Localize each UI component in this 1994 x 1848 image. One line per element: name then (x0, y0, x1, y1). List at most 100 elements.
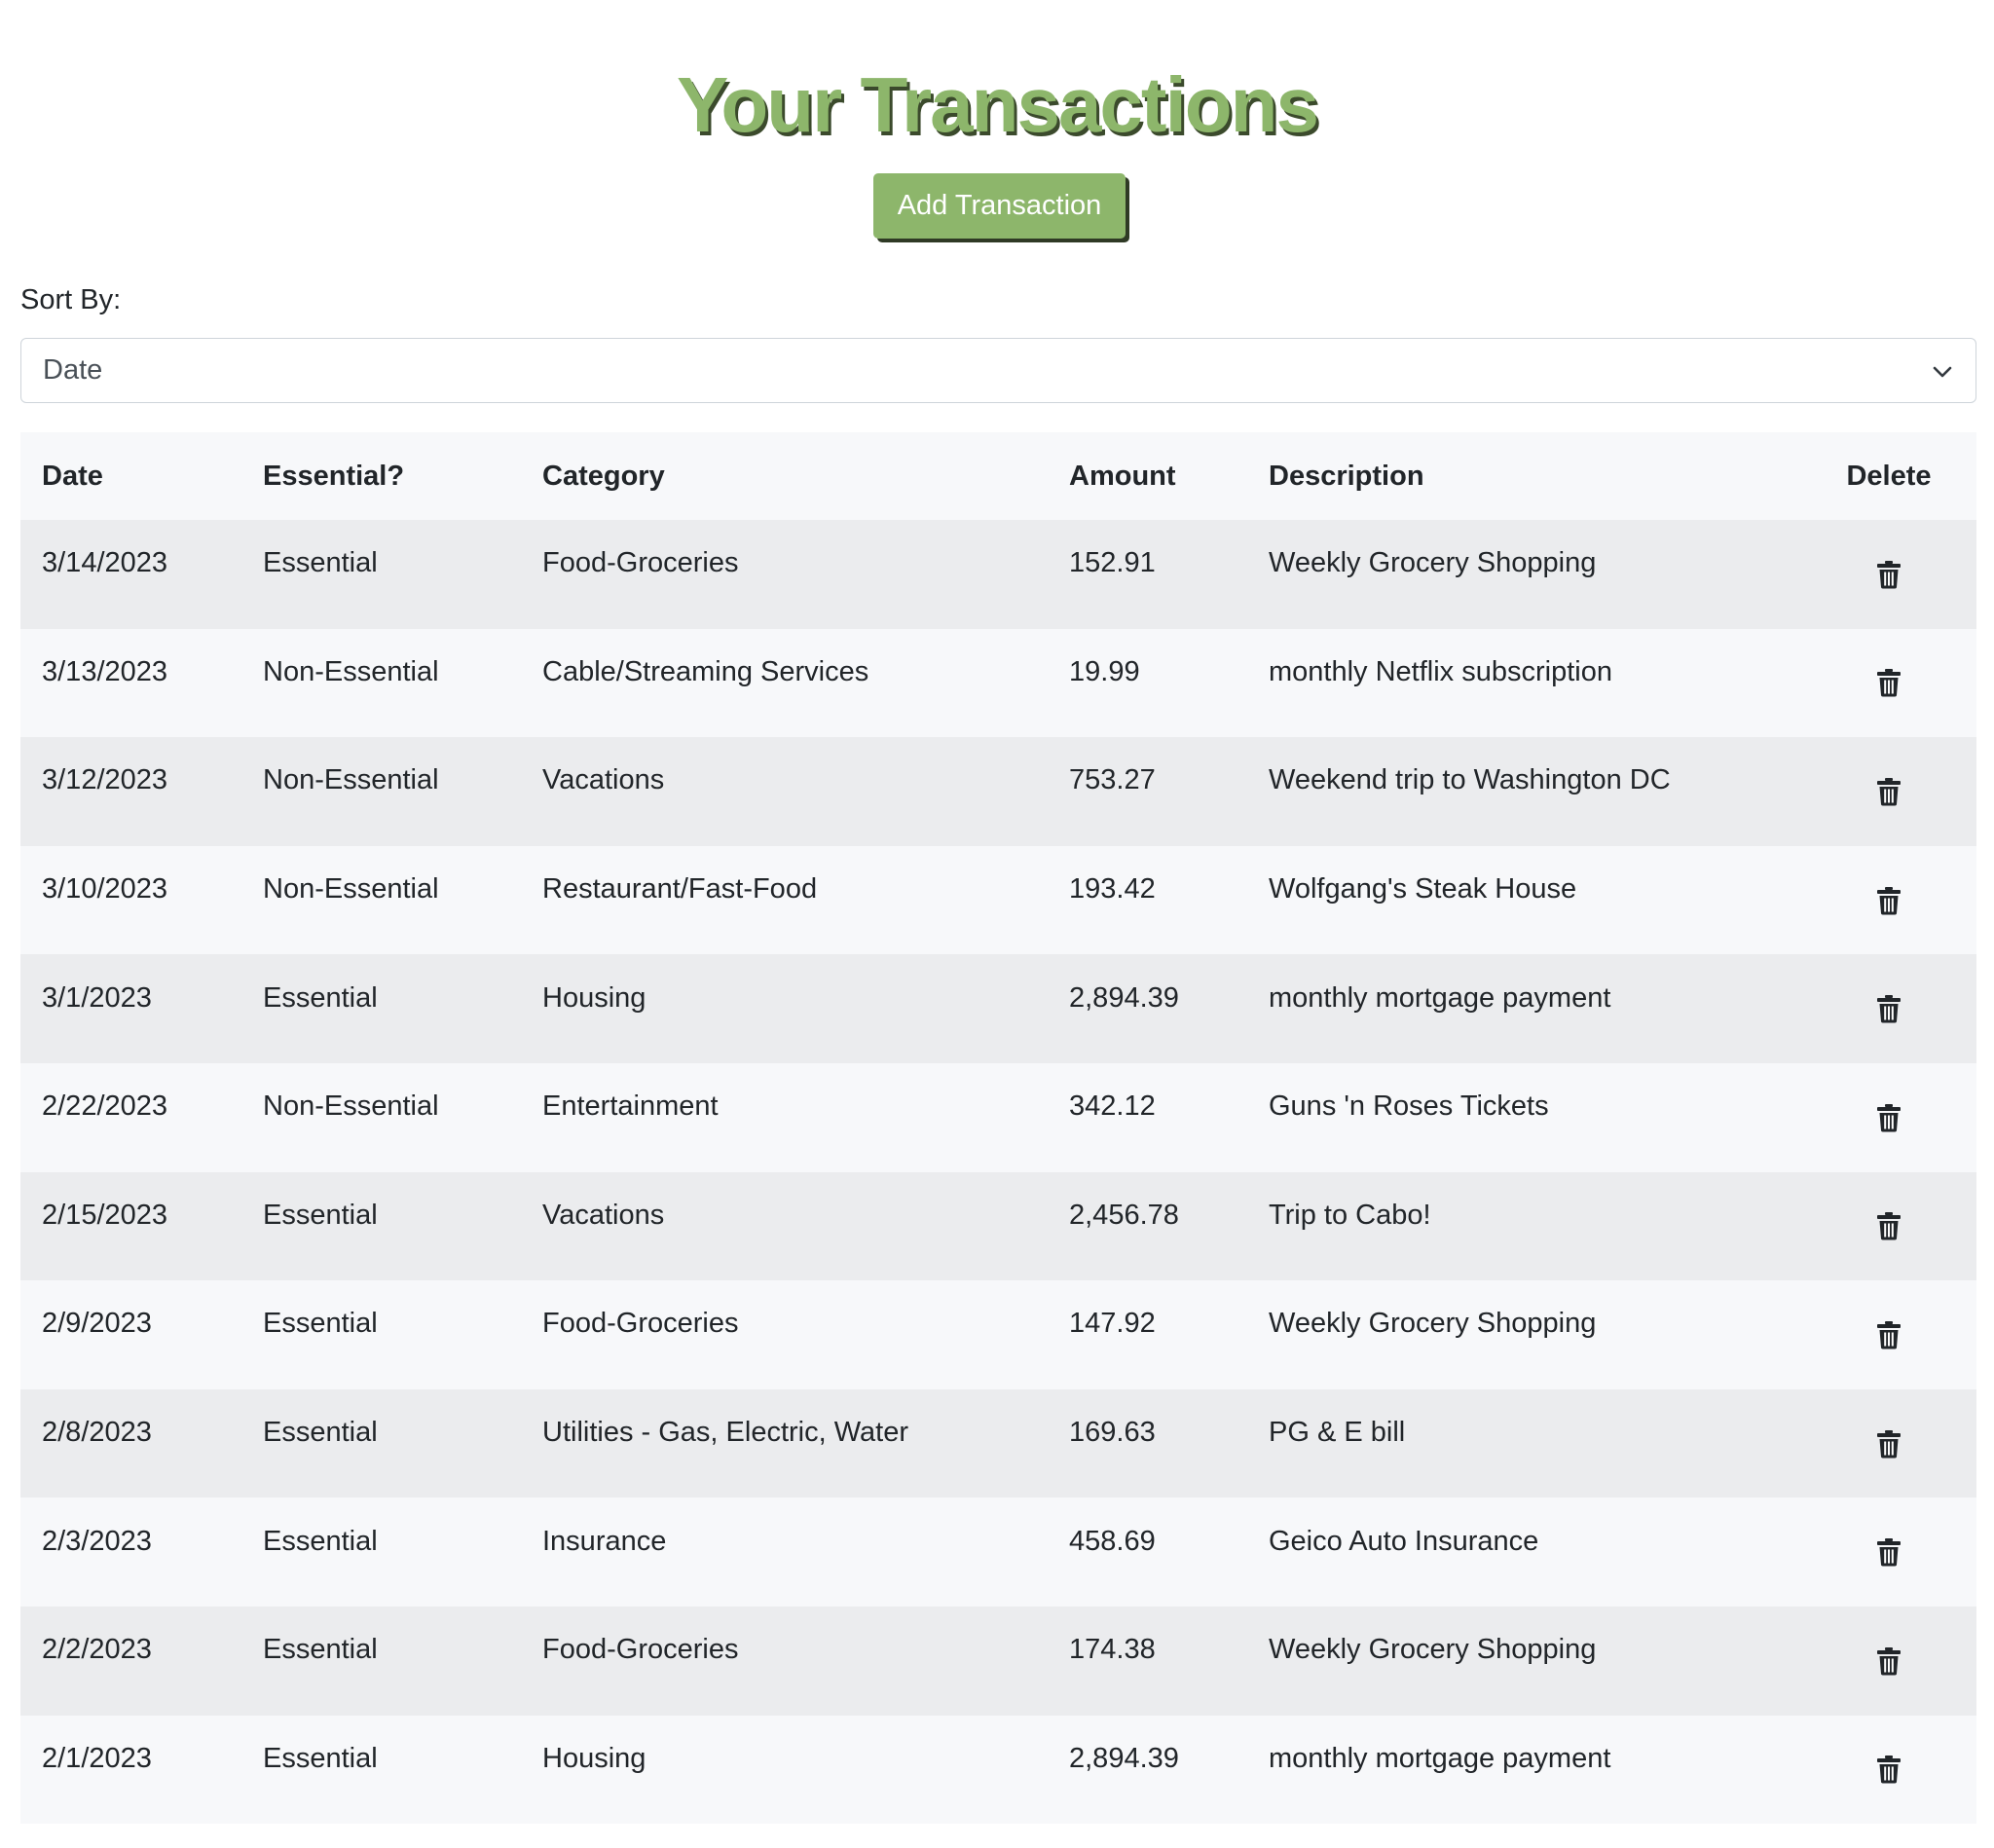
cell-date: 3/13/2023 (20, 628, 241, 738)
trash-icon[interactable] (1876, 1537, 1902, 1567)
header-essential: Essential? (241, 432, 521, 520)
trash-icon[interactable] (1876, 994, 1902, 1023)
cell-description: Guns 'n Roses Tickets (1247, 1062, 1801, 1172)
table-row: 2/3/2023 Essential Insurance 458.69 Geico Au… (20, 1497, 1976, 1607)
sort-by-select[interactable]: Date (20, 338, 1976, 403)
cell-amount: 152.91 (1048, 520, 1247, 629)
trash-icon[interactable] (1876, 668, 1902, 697)
table-row: 2/8/2023 Essential Utilities - Gas, Electr… (20, 1388, 1976, 1498)
cell-delete (1801, 1062, 1976, 1172)
table-row: 3/13/2023 Non-Essential Cable/Streaming Se… (20, 628, 1976, 738)
cell-essential: Essential (241, 1388, 521, 1498)
cell-delete (1801, 1388, 1976, 1498)
trash-icon[interactable] (1876, 1429, 1902, 1459)
cell-description: monthly Netflix subscription (1247, 628, 1801, 738)
cell-category: Food-Groceries (521, 1606, 1048, 1716)
cell-delete (1801, 845, 1976, 955)
trash-icon[interactable] (1876, 1211, 1902, 1240)
table-body: 3/14/2023 Essential Food-Groceries 152.91 We… (20, 520, 1976, 1825)
cell-delete (1801, 1606, 1976, 1716)
table-row: 3/14/2023 Essential Food-Groceries 152.91 We… (20, 520, 1976, 629)
cell-delete (1801, 954, 1976, 1063)
cell-essential: Essential (241, 1715, 521, 1825)
cell-description: Trip to Cabo! (1247, 1171, 1801, 1281)
cell-amount: 19.99 (1048, 628, 1247, 738)
cell-date: 3/14/2023 (20, 520, 241, 629)
cell-date: 2/22/2023 (20, 1062, 241, 1172)
table-row: 2/2/2023 Essential Food-Groceries 174.38 Wee… (20, 1606, 1976, 1716)
cell-essential: Non-Essential (241, 628, 521, 738)
cell-essential: Essential (241, 520, 521, 629)
table-row: 3/1/2023 Essential Housing 2,894.39 monthly … (20, 954, 1976, 1063)
trash-icon[interactable] (1876, 1646, 1902, 1676)
table-row: 2/1/2023 Essential Housing 2,894.39 monthly … (20, 1715, 1976, 1825)
trash-icon[interactable] (1876, 1103, 1902, 1132)
cell-date: 2/1/2023 (20, 1715, 241, 1825)
sort-by-selected-value: Date (43, 354, 103, 386)
cell-category: Cable/Streaming Services (521, 628, 1048, 738)
table-row: 3/10/2023 Non-Essential Restaurant/Fast-Fo… (20, 845, 1976, 955)
trash-icon[interactable] (1876, 1755, 1902, 1784)
trash-icon[interactable] (1876, 1320, 1902, 1349)
cell-category: Utilities - Gas, Electric, Water (521, 1388, 1048, 1498)
chevron-down-icon (1933, 366, 1952, 378)
cell-category: Food-Groceries (521, 520, 1048, 629)
header-delete: Delete (1801, 432, 1976, 520)
cell-amount: 147.92 (1048, 1280, 1247, 1389)
cell-description: Wolfgang's Steak House (1247, 845, 1801, 955)
cell-essential: Essential (241, 1606, 521, 1716)
header-category: Category (521, 432, 1048, 520)
table-row: 2/15/2023 Essential Vacations 2,456.78 Trip … (20, 1171, 1976, 1281)
cell-category: Vacations (521, 737, 1048, 846)
cell-delete (1801, 1280, 1976, 1389)
cell-essential: Essential (241, 954, 521, 1063)
cell-date: 3/1/2023 (20, 954, 241, 1063)
cell-date: 2/9/2023 (20, 1280, 241, 1389)
cell-date: 3/10/2023 (20, 845, 241, 955)
transactions-page: Your Transactions Add Transaction Sort B… (0, 0, 1994, 1848)
cell-description: Weekend trip to Washington DC (1247, 737, 1801, 846)
cell-amount: 458.69 (1048, 1497, 1247, 1607)
cell-delete (1801, 1171, 1976, 1281)
trash-icon[interactable] (1876, 777, 1902, 806)
cell-essential: Essential (241, 1280, 521, 1389)
cell-essential: Non-Essential (241, 737, 521, 846)
cell-delete (1801, 1715, 1976, 1825)
cell-category: Insurance (521, 1497, 1048, 1607)
cell-description: Geico Auto Insurance (1247, 1497, 1801, 1607)
cell-description: Weekly Grocery Shopping (1247, 1280, 1801, 1389)
cell-essential: Non-Essential (241, 845, 521, 955)
page-title: Your Transactions (676, 61, 1319, 148)
cell-date: 2/2/2023 (20, 1606, 241, 1716)
cell-amount: 174.38 (1048, 1606, 1247, 1716)
table-row: 2/9/2023 Essential Food-Groceries 147.92 Wee… (20, 1280, 1976, 1389)
cell-essential: Essential (241, 1171, 521, 1281)
trash-icon[interactable] (1876, 560, 1902, 589)
cell-essential: Essential (241, 1497, 521, 1607)
add-transaction-button[interactable]: Add Transaction (873, 173, 1126, 239)
cell-category: Restaurant/Fast-Food (521, 845, 1048, 955)
cell-category: Food-Groceries (521, 1280, 1048, 1389)
cell-date: 3/12/2023 (20, 737, 241, 846)
trash-icon[interactable] (1876, 886, 1902, 915)
cell-delete (1801, 628, 1976, 738)
cell-essential: Non-Essential (241, 1062, 521, 1172)
cell-date: 2/8/2023 (20, 1388, 241, 1498)
sort-by-label: Sort By: (20, 284, 122, 315)
transactions-table: Date Essential? Category Amount Descript… (20, 432, 1976, 1825)
cell-category: Housing (521, 954, 1048, 1063)
cell-category: Entertainment (521, 1062, 1048, 1172)
cell-description: PG & E bill (1247, 1388, 1801, 1498)
cell-amount: 2,894.39 (1048, 1715, 1247, 1825)
cell-date: 2/15/2023 (20, 1171, 241, 1281)
table-row: 3/12/2023 Non-Essential Vacations 753.27 Wee… (20, 737, 1976, 846)
cell-amount: 2,456.78 (1048, 1171, 1247, 1281)
cell-description: Weekly Grocery Shopping (1247, 520, 1801, 629)
cell-amount: 342.12 (1048, 1062, 1247, 1172)
cell-amount: 2,894.39 (1048, 954, 1247, 1063)
cell-amount: 753.27 (1048, 737, 1247, 846)
cell-description: monthly mortgage payment (1247, 954, 1801, 1063)
cell-delete (1801, 737, 1976, 846)
cell-amount: 193.42 (1048, 845, 1247, 955)
header-amount: Amount (1048, 432, 1247, 520)
